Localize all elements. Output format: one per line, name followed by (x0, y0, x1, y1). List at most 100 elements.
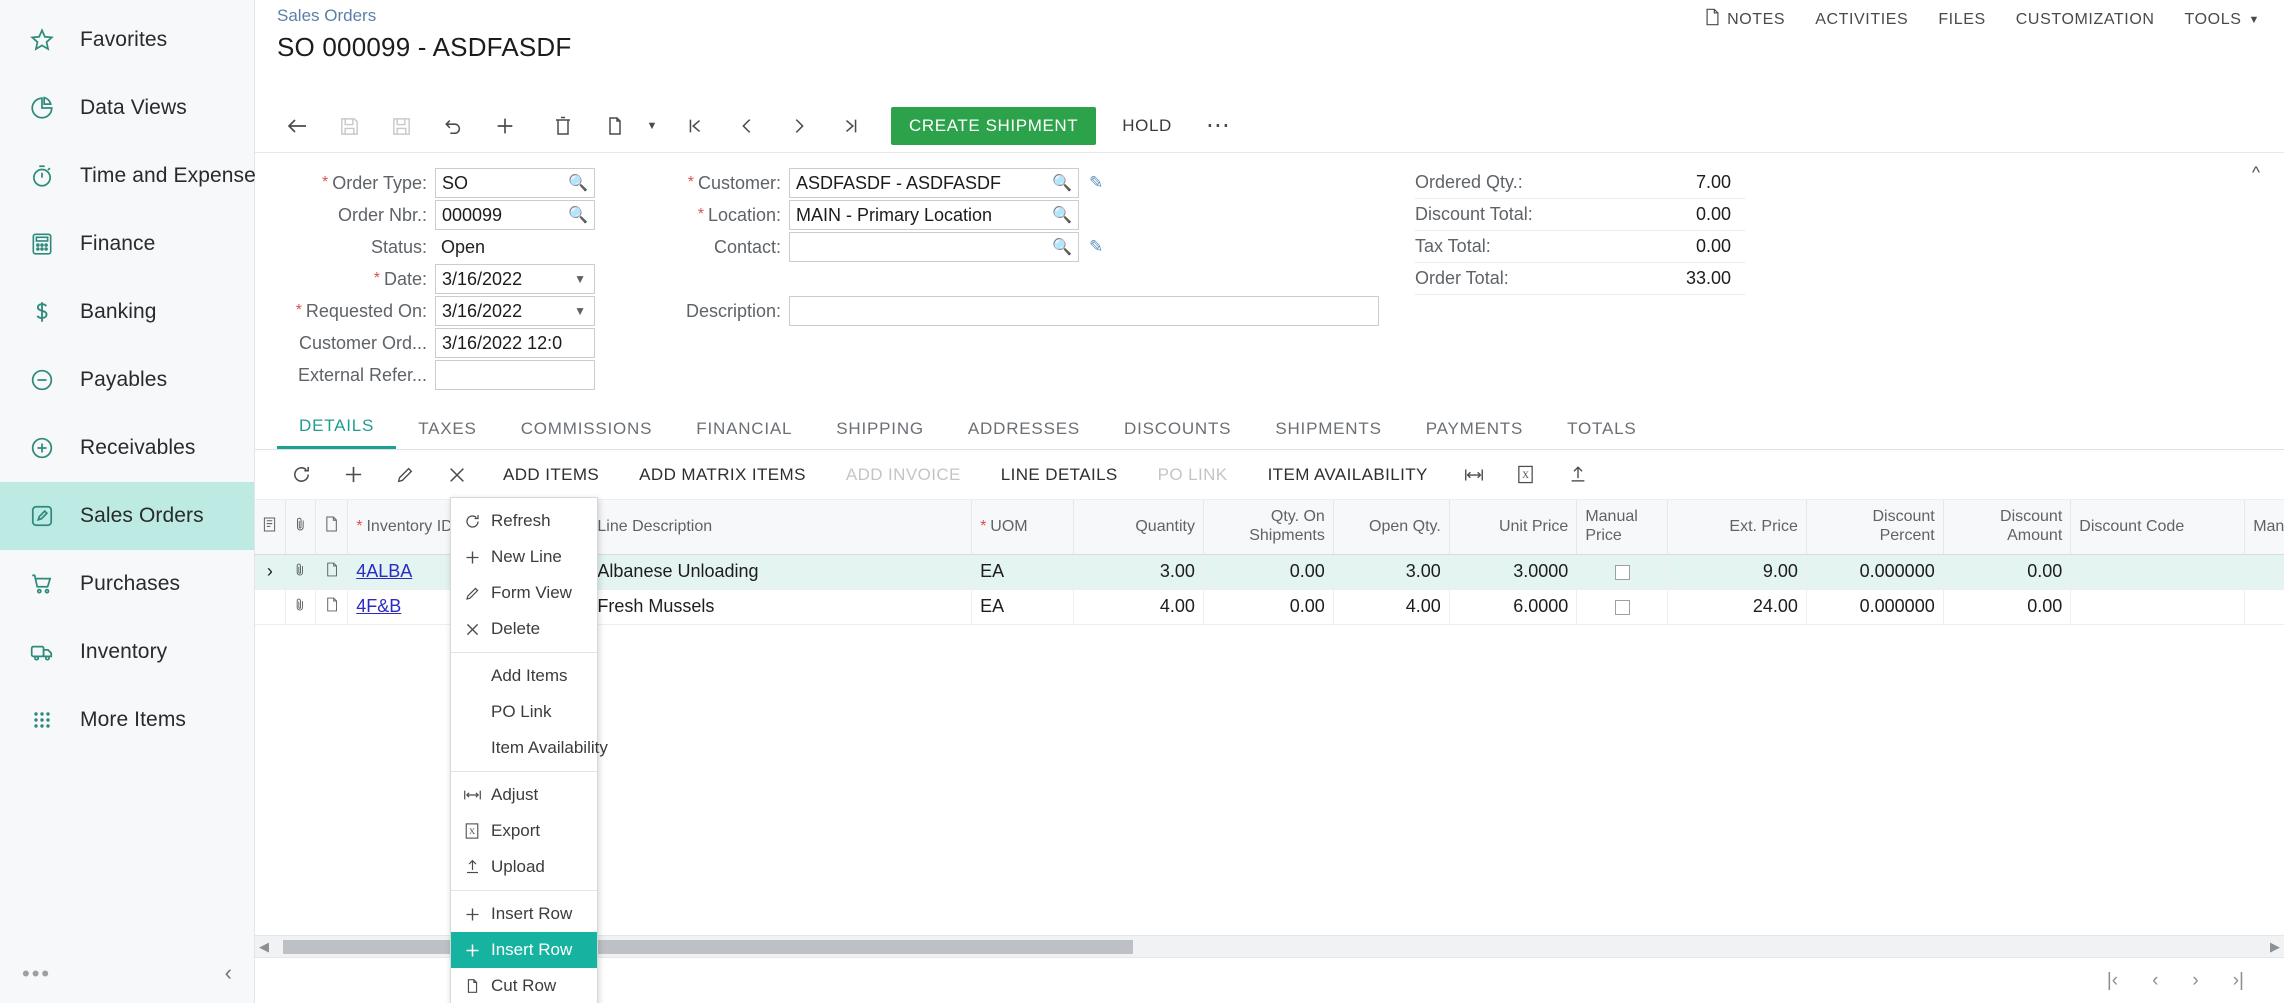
save-and-close-icon[interactable] (375, 104, 427, 148)
sidebar-item-time-and-expenses[interactable]: Time and Expenses (0, 142, 266, 210)
header-customization-button[interactable]: CUSTOMIZATION (2016, 11, 2155, 29)
tab-discounts[interactable]: DISCOUNTS (1102, 419, 1253, 449)
context-menu-item-refresh[interactable]: Refresh (451, 503, 597, 539)
cell-open-qty[interactable]: 4.00 (1333, 589, 1450, 625)
manual-price-checkbox[interactable] (1614, 564, 1630, 580)
header-notes-button[interactable]: NOTES (1705, 8, 1785, 31)
sidebar-collapse-icon[interactable]: ‹ (225, 960, 232, 986)
cell-discount-percent[interactable]: 0.000000 (1806, 589, 1944, 625)
context-menu-item-cut-row[interactable]: Cut Row (451, 968, 597, 1003)
cell-manual-price[interactable] (1576, 589, 1668, 625)
tab-shipping[interactable]: SHIPPING (814, 419, 946, 449)
cell-qty-on-shipments[interactable]: 0.00 (1203, 589, 1334, 625)
manual-price-checkbox[interactable] (1614, 599, 1630, 615)
column-header-row-selector[interactable] (255, 500, 286, 555)
column-header-manual-discount[interactable]: Manual Discount (2244, 500, 2284, 555)
sidebar-item-payables[interactable]: Payables (0, 346, 254, 414)
add-items-button[interactable]: ADD ITEMS (483, 465, 619, 485)
previous-record-icon[interactable] (721, 104, 773, 148)
context-menu-item-item-availability[interactable]: Item Availability (451, 730, 608, 766)
row-expander[interactable] (255, 589, 286, 625)
sidebar-item-favorites[interactable]: Favorites (0, 6, 254, 74)
sidebar-item-more-items[interactable]: More Items (0, 686, 254, 754)
sidebar-item-purchases[interactable]: Purchases (0, 550, 254, 618)
first-record-icon[interactable] (669, 104, 721, 148)
delete-row-icon[interactable] (431, 455, 483, 495)
column-header-unit-price[interactable]: Unit Price (1449, 500, 1578, 555)
header-tools-button[interactable]: TOOLS ▼ (2185, 11, 2260, 29)
tab-shipments[interactable]: SHIPMENTS (1253, 419, 1403, 449)
cell-line-description[interactable]: Albanese Unloading (588, 554, 973, 590)
column-header-attachment[interactable] (285, 500, 316, 555)
cell-discount-code[interactable] (2070, 554, 2246, 590)
column-header-manual-price[interactable]: Manual Price (1576, 500, 1668, 555)
cell-unit-price[interactable]: 3.0000 (1449, 554, 1578, 590)
line-details-button[interactable]: LINE DETAILS (981, 465, 1138, 485)
refresh-icon[interactable] (275, 455, 327, 495)
hold-button[interactable]: HOLD (1106, 107, 1188, 145)
tab-payments[interactable]: PAYMENTS (1404, 419, 1545, 449)
tab-taxes[interactable]: TAXES (396, 419, 498, 449)
edit-customer-icon[interactable]: ✎ (1089, 173, 1103, 193)
cell-qty-on-shipments[interactable]: 0.00 (1203, 554, 1334, 590)
external-reference-input[interactable] (435, 360, 595, 390)
context-menu-item-new-line[interactable]: New Line (451, 539, 597, 575)
search-icon[interactable]: 🔍 (1052, 237, 1072, 257)
adjust-columns-icon[interactable] (1448, 455, 1500, 495)
chevron-down-icon[interactable]: ▼ (574, 304, 586, 318)
context-menu-item-insert-row[interactable]: Insert Row (451, 896, 597, 932)
sidebar-item-receivables[interactable]: Receivables (0, 414, 254, 482)
context-menu-item-po-link[interactable]: PO Link (451, 694, 597, 730)
export-excel-icon[interactable]: X (1500, 455, 1552, 495)
add-new-record-icon[interactable] (479, 104, 531, 148)
description-input[interactable] (789, 296, 1379, 326)
tab-addresses[interactable]: ADDRESSES (946, 419, 1102, 449)
cell-uom[interactable]: EA (971, 589, 1075, 625)
context-menu-item-delete[interactable]: Delete (451, 611, 597, 647)
date-input[interactable]: 3/16/2022 ▼ (435, 264, 595, 294)
column-header-discount-percent[interactable]: Discount Percent (1806, 500, 1944, 555)
context-menu-item-form-view[interactable]: Form View (451, 575, 597, 611)
undo-icon[interactable] (427, 104, 479, 148)
scroll-right-icon[interactable]: ▶ (2266, 939, 2284, 955)
column-header-uom[interactable]: * UOM (971, 500, 1075, 555)
save-icon[interactable] (323, 104, 375, 148)
column-header-note[interactable] (315, 500, 349, 555)
cell-unit-price[interactable]: 6.0000 (1449, 589, 1578, 625)
copy-paste-dropdown-icon[interactable]: ▼ (641, 104, 663, 148)
customer-input[interactable]: ASDFASDF - ASDFASDF 🔍 (789, 168, 1079, 198)
sidebar-item-data-views[interactable]: Data Views (0, 74, 254, 142)
pager-first-icon[interactable]: |‹ (2107, 970, 2118, 992)
scroll-left-icon[interactable]: ◀ (255, 939, 273, 955)
sidebar-item-finance[interactable]: Finance (0, 210, 254, 278)
context-menu-item-add-items[interactable]: Add Items (451, 658, 597, 694)
search-icon[interactable]: 🔍 (568, 205, 588, 225)
last-record-icon[interactable] (825, 104, 877, 148)
cell-ext-price[interactable]: 24.00 (1667, 589, 1807, 625)
column-header-quantity[interactable]: Quantity (1073, 500, 1204, 555)
contact-input[interactable]: 🔍 (789, 232, 1079, 262)
requested-on-input[interactable]: 3/16/2022 ▼ (435, 296, 595, 326)
row-attachment-icon[interactable] (285, 554, 316, 590)
tab-details[interactable]: DETAILS (277, 416, 397, 449)
add-matrix-items-button[interactable]: ADD MATRIX ITEMS (619, 465, 826, 485)
context-menu-item-upload[interactable]: Upload (451, 849, 597, 885)
cell-uom[interactable]: EA (971, 554, 1075, 590)
location-input[interactable]: MAIN - Primary Location 🔍 (789, 200, 1079, 230)
cell-open-qty[interactable]: 3.00 (1333, 554, 1450, 590)
order-nbr-input[interactable]: 000099 🔍 (435, 200, 595, 230)
cell-manual-discount[interactable] (2244, 554, 2284, 590)
next-record-icon[interactable] (773, 104, 825, 148)
pager-last-icon[interactable]: ›| (2233, 970, 2244, 992)
pager-prev-icon[interactable]: ‹ (2152, 970, 2158, 992)
toolbar-more-button[interactable]: ⋯ (1188, 113, 1248, 137)
add-row-icon[interactable] (327, 455, 379, 495)
edit-contact-icon[interactable]: ✎ (1089, 237, 1103, 257)
context-menu-item-export[interactable]: X Export (451, 813, 597, 849)
row-expander[interactable]: › (255, 554, 286, 590)
search-icon[interactable]: 🔍 (1052, 173, 1072, 193)
cell-discount-percent[interactable]: 0.000000 (1806, 554, 1944, 590)
cell-discount-amount[interactable]: 0.00 (1943, 589, 2072, 625)
cell-ext-price[interactable]: 9.00 (1667, 554, 1807, 590)
cell-discount-amount[interactable]: 0.00 (1943, 554, 2072, 590)
